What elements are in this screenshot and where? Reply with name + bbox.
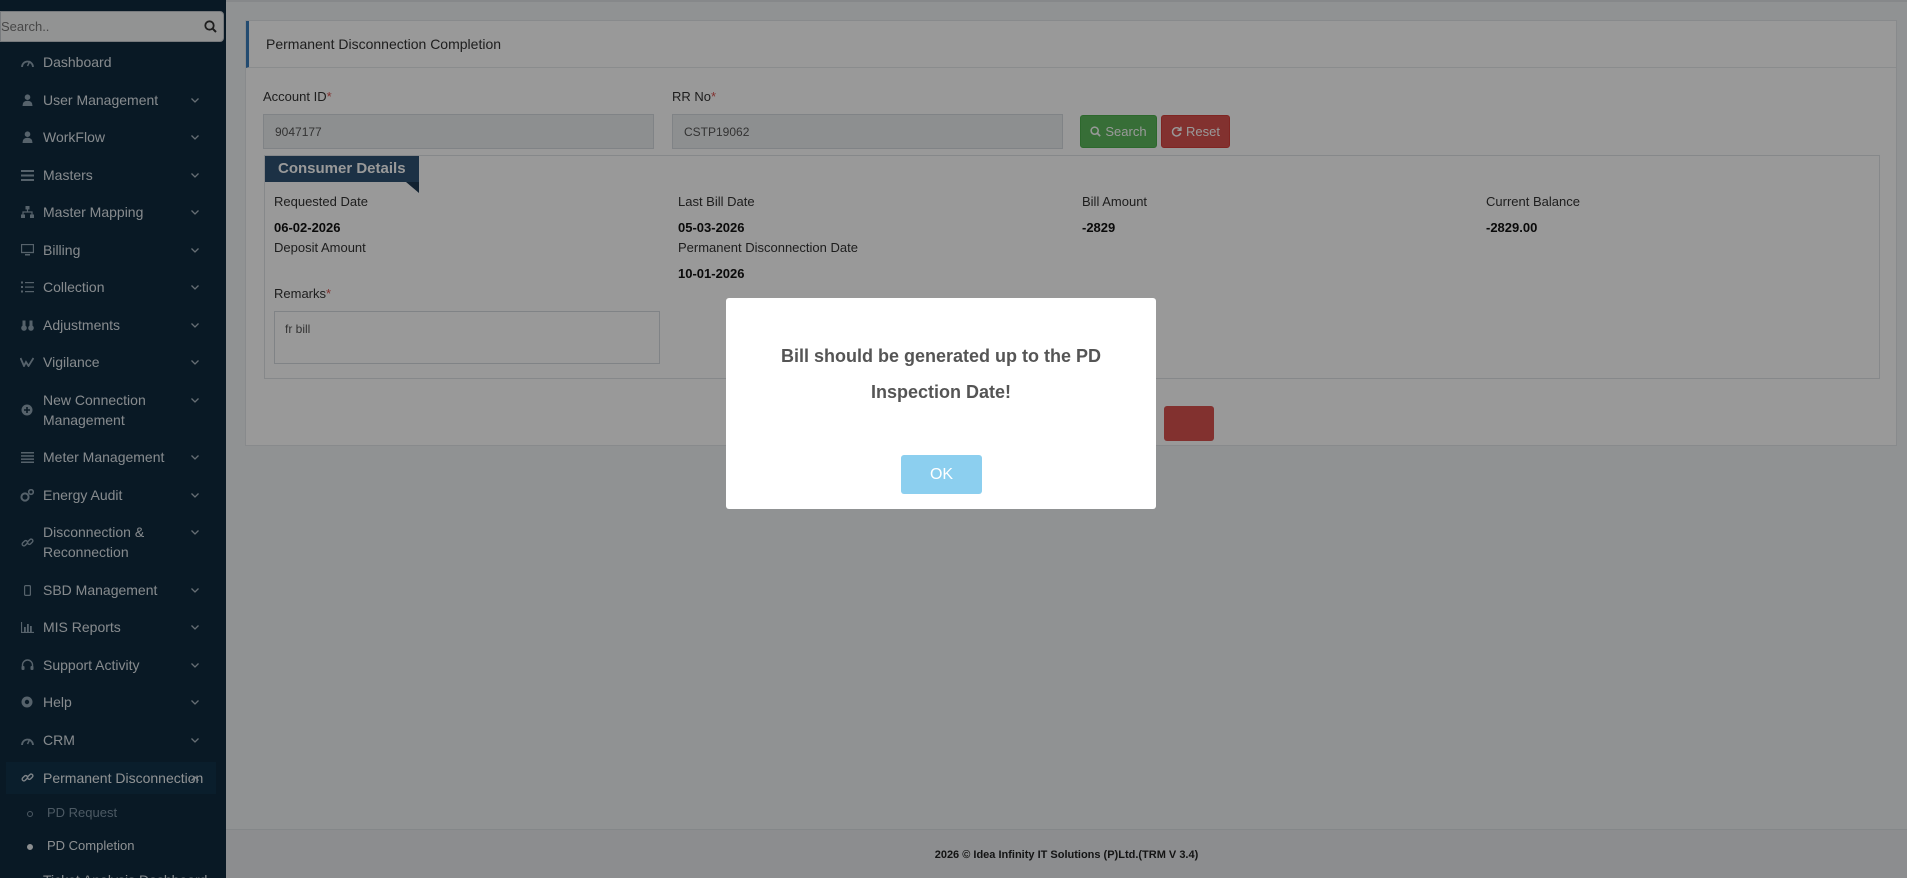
ok-button[interactable]: OK [901, 455, 982, 494]
alert-message: Bill should be generated up to the PD In… [780, 346, 1102, 402]
alert-dialog: Bill should be generated up to the PD In… [726, 298, 1156, 509]
